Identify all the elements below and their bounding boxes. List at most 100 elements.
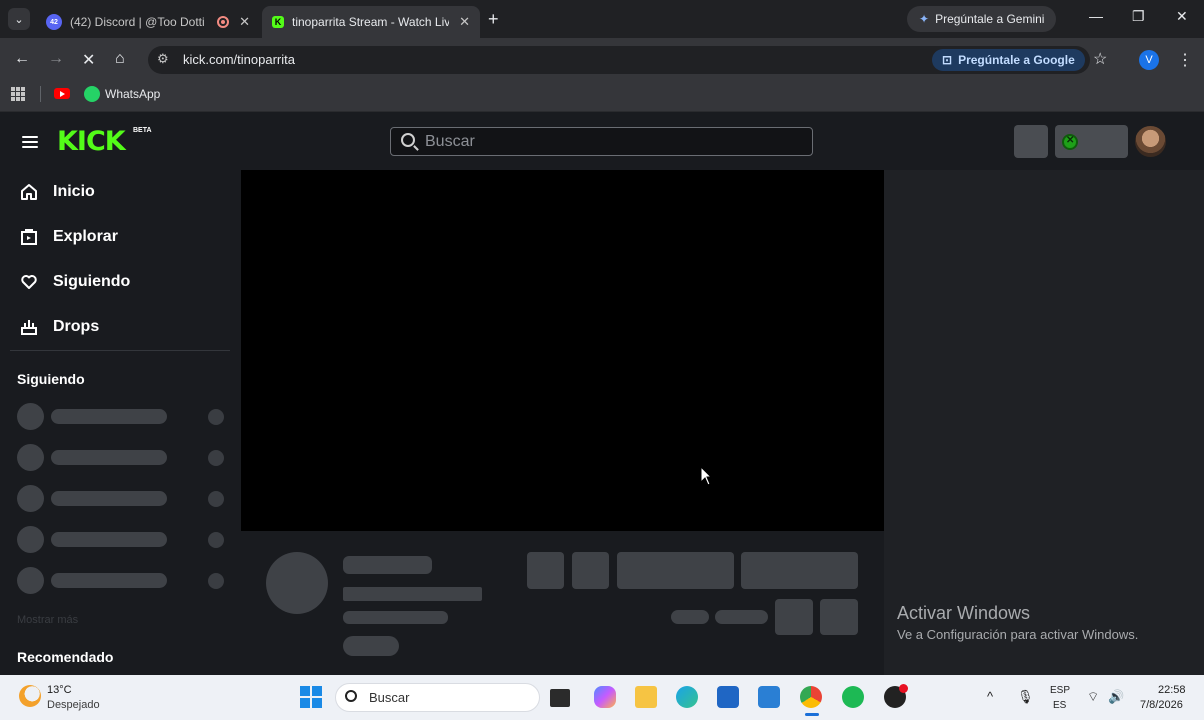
tab-title: tinoparrita Stream - Watch Live <box>292 15 450 29</box>
bookmark-star-icon[interactable]: ☆ <box>1093 49 1107 69</box>
url-text[interactable]: kick.com/tinoparrita <box>183 52 295 67</box>
skeleton-bar <box>51 491 167 506</box>
language-indicator[interactable]: ESP <box>1050 685 1070 696</box>
sidebar-item-label: Siguiendo <box>53 273 131 290</box>
language-sub-indicator[interactable]: ES <box>1053 700 1066 711</box>
weather-temperature[interactable]: 13°C <box>47 684 72 696</box>
ask-google-button[interactable]: ⊡ Pregúntale a Google <box>932 49 1085 71</box>
skeleton-dot <box>208 450 224 466</box>
chat-panel <box>884 170 1204 675</box>
taskbar-search-placeholder: Buscar <box>369 690 410 705</box>
restore-button[interactable]: ❐ <box>1132 8 1145 25</box>
tab-search-button[interactable]: ⌄ <box>8 8 30 30</box>
skeleton-dot <box>208 532 224 548</box>
stop-loading-icon[interactable]: ✕ <box>82 50 95 70</box>
tray-chevron-icon[interactable]: ^ <box>987 689 993 704</box>
copilot-icon[interactable] <box>594 686 616 708</box>
skeleton-avatar <box>17 526 44 553</box>
recommended-section-title: Recomendado <box>17 649 114 665</box>
skeleton-bar <box>51 450 167 465</box>
skeleton-bar <box>343 587 482 601</box>
bookmarks-bar <box>0 80 1204 112</box>
site-settings-icon[interactable]: ⚙ <box>157 51 169 67</box>
lens-icon: ⊡ <box>942 53 953 67</box>
clock-date[interactable]: 7/8/2026 <box>1140 699 1183 711</box>
volume-icon[interactable]: 🔊 <box>1108 689 1124 705</box>
forward-arrow-icon[interactable]: → <box>48 50 64 68</box>
close-tab-icon[interactable]: ✕ <box>459 14 470 30</box>
skeleton-button <box>820 599 858 635</box>
microsoft-store-icon[interactable] <box>717 686 739 708</box>
sidebar-divider <box>10 350 230 351</box>
close-window-button[interactable]: ✕ <box>1176 8 1188 25</box>
wifi-icon[interactable]: ⌔ <box>1087 689 1099 705</box>
task-view-icon[interactable] <box>550 689 570 707</box>
windows-start-icon[interactable] <box>300 686 322 708</box>
weather-moon-icon[interactable] <box>19 685 41 707</box>
menu-hamburger-icon[interactable] <box>22 136 38 148</box>
sidebar-item-explorar[interactable]: Explorar <box>20 225 118 249</box>
kick-logo[interactable]: KICK <box>57 126 126 157</box>
clock-time[interactable]: 22:58 <box>1158 684 1186 696</box>
search-placeholder: Buscar <box>425 133 475 150</box>
skeleton-bar <box>343 556 432 574</box>
ask-gemini-button[interactable]: ✦ Pregúntale a Gemini <box>907 6 1057 32</box>
sidebar-item-siguiendo[interactable]: Siguiendo <box>20 270 130 294</box>
spotify-icon[interactable] <box>842 686 864 708</box>
sidebar-item-inicio[interactable]: Inicio <box>20 180 95 204</box>
outlook-icon[interactable] <box>758 686 780 708</box>
xbox-extension-icon[interactable] <box>1062 134 1078 150</box>
tab-title: (42) Discord | @Too Dotti <box>70 15 205 29</box>
discord-favicon-icon: 42 <box>46 14 62 30</box>
skeleton-avatar <box>17 567 44 594</box>
taskbar-search-input[interactable] <box>335 683 540 712</box>
file-explorer-icon[interactable] <box>635 686 657 708</box>
show-more-link[interactable]: Mostrar más <box>17 614 78 626</box>
whatsapp-bookmark[interactable]: WhatsApp <box>105 87 160 101</box>
ask-google-label: Pregúntale a Google <box>958 53 1075 67</box>
skeleton-avatar <box>17 444 44 471</box>
gemini-sparkle-icon: ✦ <box>919 12 930 26</box>
mouse-cursor-icon <box>700 465 713 491</box>
sidebar-item-label: Inicio <box>53 183 95 200</box>
edge-icon[interactable] <box>676 686 698 708</box>
back-arrow-icon[interactable]: ← <box>14 50 30 68</box>
home-icon[interactable]: ⌂ <box>115 50 125 68</box>
user-avatar[interactable] <box>1135 126 1166 157</box>
beta-label: BETA <box>133 127 152 134</box>
activate-windows-title: Activar Windows <box>897 603 1031 623</box>
skeleton-bar <box>51 532 167 547</box>
skeleton-button <box>572 552 609 589</box>
sidebar-item-drops[interactable]: Drops <box>20 315 99 339</box>
skeleton-bar <box>51 409 167 424</box>
skeleton-bar <box>715 610 768 624</box>
weather-condition[interactable]: Despejado <box>47 699 100 711</box>
profile-avatar[interactable]: V <box>1139 50 1159 70</box>
header-skeleton-button <box>1014 125 1048 158</box>
skeleton-avatar <box>17 485 44 512</box>
chrome-menu-icon[interactable]: ⋮ <box>1177 50 1193 70</box>
skeleton-avatar <box>17 403 44 430</box>
new-tab-button[interactable]: + <box>488 9 499 30</box>
drops-icon <box>20 318 38 336</box>
whatsapp-icon[interactable] <box>84 86 100 102</box>
sidebar-item-label: Explorar <box>53 228 118 245</box>
ask-gemini-label: Pregúntale a Gemini <box>935 12 1045 26</box>
apps-grid-icon[interactable] <box>11 87 25 101</box>
tab-kick[interactable]: K tinoparrita Stream - Watch Live ✕ <box>262 6 480 38</box>
youtube-bookmark-icon[interactable] <box>54 88 70 99</box>
close-tab-icon[interactable]: ✕ <box>239 14 250 30</box>
minimize-button[interactable]: — <box>1089 8 1103 24</box>
microphone-icon[interactable]: 🎙 <box>1017 689 1034 705</box>
tab-discord[interactable]: 42 (42) Discord | @Too Dotti ✕ <box>36 6 260 38</box>
search-icon <box>401 133 415 147</box>
explore-icon <box>20 228 38 246</box>
skeleton-button <box>527 552 564 589</box>
skeleton-dot <box>208 491 224 507</box>
following-section-title: Siguiendo <box>17 371 85 387</box>
video-player[interactable] <box>241 170 884 531</box>
skeleton-bar <box>343 636 399 656</box>
chrome-icon[interactable] <box>800 686 822 708</box>
bookmarks-divider <box>40 86 41 102</box>
heart-icon <box>20 273 38 291</box>
